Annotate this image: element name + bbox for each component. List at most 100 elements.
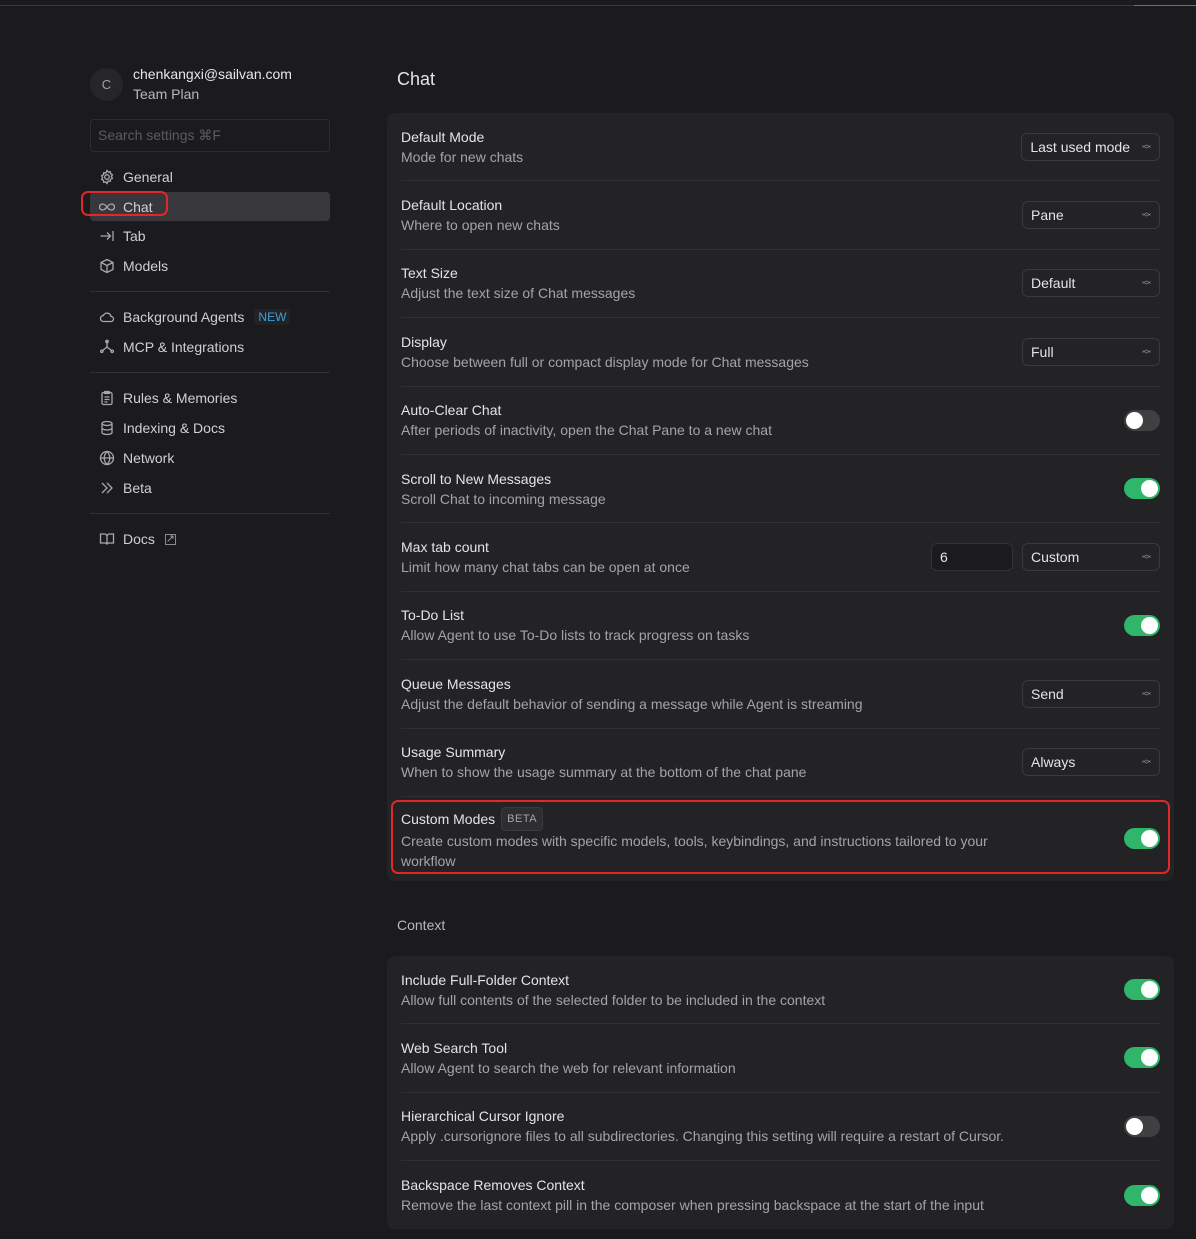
- setting-title: Max tab count: [401, 539, 489, 556]
- backspace-removes-context-toggle[interactable]: [1124, 1184, 1160, 1206]
- setting-description: Scroll Chat to incoming message: [401, 490, 606, 507]
- sidebar-item-mcp-integrations[interactable]: MCP & Integrations: [90, 332, 330, 362]
- sidebar-item-network[interactable]: Network: [90, 443, 330, 473]
- hierarchical-cursor-ignore-toggle[interactable]: [1124, 1115, 1160, 1137]
- sidebar-item-docs[interactable]: Docs ↗: [90, 524, 330, 554]
- setting-title: Auto-Clear Chat: [401, 402, 502, 419]
- search-input[interactable]: Search settings ⌘F: [90, 119, 330, 152]
- cube-icon: [98, 257, 116, 275]
- setting-description: Remove the last context pill in the comp…: [401, 1197, 984, 1214]
- select-value: Default: [1031, 275, 1076, 292]
- select-value: Last used mode: [1030, 138, 1130, 155]
- default-location-select[interactable]: Pane ︿ ﹀: [1022, 201, 1160, 230]
- clipboard-icon: [98, 389, 116, 407]
- network-nodes-icon: [98, 338, 116, 356]
- web-search-tool-toggle[interactable]: [1124, 1047, 1160, 1069]
- sidebar-nav: General Chat Tab Models Background Agents NEW…: [90, 162, 330, 554]
- chat-settings-panel: Chat Default Mode Mode for new chats Last …: [387, 66, 1174, 1230]
- select-value: Always: [1031, 754, 1076, 771]
- select-value: Pane: [1031, 207, 1064, 224]
- toggle-knob: [1141, 1049, 1158, 1067]
- chevrons-right-icon: [98, 479, 116, 497]
- sidebar-item-label: Beta: [123, 480, 152, 496]
- user-plan: Team Plan: [133, 86, 200, 102]
- setting-title: Web Search Tool: [401, 1039, 508, 1056]
- cloud-icon: [98, 308, 116, 326]
- toggle-knob: [1141, 616, 1158, 634]
- setting-description: Mode for new chats: [401, 148, 524, 165]
- usage-summary-select[interactable]: Always ︿ ﹀: [1022, 748, 1160, 777]
- toggle-knob: [1126, 1117, 1143, 1135]
- custom-modes-toggle[interactable]: [1124, 828, 1160, 850]
- max-tab-count-input[interactable]: 6: [931, 543, 1013, 572]
- user-profile: C chenkangxi@sailvan.com Team Plan: [90, 64, 330, 104]
- select-value: Custom: [1031, 549, 1080, 566]
- window-top-border: [0, 5, 1196, 6]
- sidebar-item-label: Rules & Memories: [123, 390, 238, 406]
- setting-row-auto-clear-chat: Auto-Clear Chat After periods of inactivi…: [401, 387, 1160, 455]
- setting-row-custom-modes: Custom Modes BETA Create custom modes with…: [401, 797, 1160, 881]
- active-tab-indicator: [1134, 5, 1196, 6]
- sidebar-item-label: Docs: [123, 531, 155, 547]
- sidebar-item-models[interactable]: Models: [90, 251, 330, 281]
- chevron-up-down-icon: ︿ ﹀: [1141, 549, 1151, 566]
- setting-description: Limit how many chat tabs can be open at …: [401, 559, 690, 576]
- sidebar-item-tab[interactable]: Tab: [90, 221, 330, 251]
- beta-badge: BETA: [501, 806, 544, 831]
- setting-title: Text Size: [401, 265, 458, 282]
- setting-title: Include Full-Folder Context: [401, 971, 570, 988]
- setting-description: Adjust the text size of Chat messages: [401, 285, 636, 302]
- to-do-list-toggle[interactable]: [1124, 614, 1160, 636]
- max-tab-count-select[interactable]: Custom ︿ ﹀: [1022, 543, 1160, 572]
- sidebar-item-chat[interactable]: Chat: [90, 192, 330, 221]
- sidebar-item-beta[interactable]: Beta: [90, 473, 330, 503]
- context-settings-card: Include Full-Folder Context Allow full co…: [387, 955, 1174, 1230]
- setting-row-web-search-tool: Web Search Tool Allow Agent to search the…: [401, 1024, 1160, 1093]
- toggle-knob: [1141, 981, 1158, 999]
- settings-sidebar: C chenkangxi@sailvan.com Team Plan Searc…: [90, 64, 330, 554]
- database-icon: [98, 419, 116, 437]
- sidebar-item-rules-memories[interactable]: Rules & Memories: [90, 383, 330, 413]
- setting-title: Display: [401, 333, 447, 350]
- setting-title: Scroll to New Messages: [401, 470, 552, 487]
- setting-title: Custom Modes: [401, 810, 496, 827]
- text-size-select[interactable]: Default ︿ ﹀: [1022, 269, 1160, 298]
- external-link-icon: ↗: [164, 532, 176, 545]
- sidebar-divider: [90, 372, 330, 373]
- chevron-up-down-icon: ︿ ﹀: [1141, 138, 1151, 155]
- setting-title: Hierarchical Cursor Ignore: [401, 1108, 565, 1125]
- book-icon: [98, 530, 116, 548]
- display-select[interactable]: Full ︿ ﹀: [1022, 337, 1160, 366]
- setting-row-backspace-removes-context: Backspace Removes Context Remove the last…: [401, 1161, 1160, 1229]
- setting-row-display: Display Choose between full or compact di…: [401, 318, 1160, 387]
- toggle-knob: [1141, 1186, 1158, 1204]
- setting-description: Create custom modes with specific models…: [401, 832, 988, 869]
- default-mode-select[interactable]: Last used mode ︿ ﹀: [1021, 132, 1160, 161]
- sidebar-item-indexing-docs[interactable]: Indexing & Docs: [90, 413, 330, 443]
- chevron-up-down-icon: ︿ ﹀: [1141, 685, 1151, 702]
- sidebar-divider: [90, 513, 330, 514]
- select-value: Send: [1031, 685, 1064, 702]
- chevron-up-down-icon: ︿ ﹀: [1141, 754, 1151, 771]
- setting-title: Usage Summary: [401, 744, 506, 761]
- setting-row-include-full-folder-context: Include Full-Folder Context Allow full co…: [401, 956, 1160, 1025]
- tab-arrow-icon: [98, 227, 116, 245]
- setting-row-max-tab-count: Max tab count Limit how many chat tabs ca…: [401, 523, 1160, 592]
- include-full-folder-context-toggle[interactable]: [1124, 979, 1160, 1001]
- sidebar-item-label: General: [123, 169, 173, 185]
- auto-clear-chat-toggle[interactable]: [1124, 409, 1160, 431]
- sidebar-item-general[interactable]: General: [90, 162, 330, 192]
- scroll-to-new-messages-toggle[interactable]: [1124, 478, 1160, 500]
- setting-description: Allow Agent to use To-Do lists to track …: [401, 627, 750, 644]
- sidebar-item-label: Network: [123, 450, 175, 466]
- setting-description: Choose between full or compact display m…: [401, 353, 809, 370]
- sidebar-item-background-agents[interactable]: Background Agents NEW: [90, 302, 330, 332]
- setting-description: Where to open new chats: [401, 217, 560, 234]
- queue-messages-select[interactable]: Send ︿ ﹀: [1022, 679, 1160, 708]
- page-title: Chat: [397, 69, 436, 89]
- setting-row-scroll-to-new-messages: Scroll to New Messages Scroll Chat to inc…: [401, 455, 1160, 524]
- setting-title: Queue Messages: [401, 675, 511, 692]
- avatar: C: [90, 67, 123, 101]
- sidebar-item-label: Models: [123, 258, 169, 274]
- new-badge: NEW: [254, 309, 291, 325]
